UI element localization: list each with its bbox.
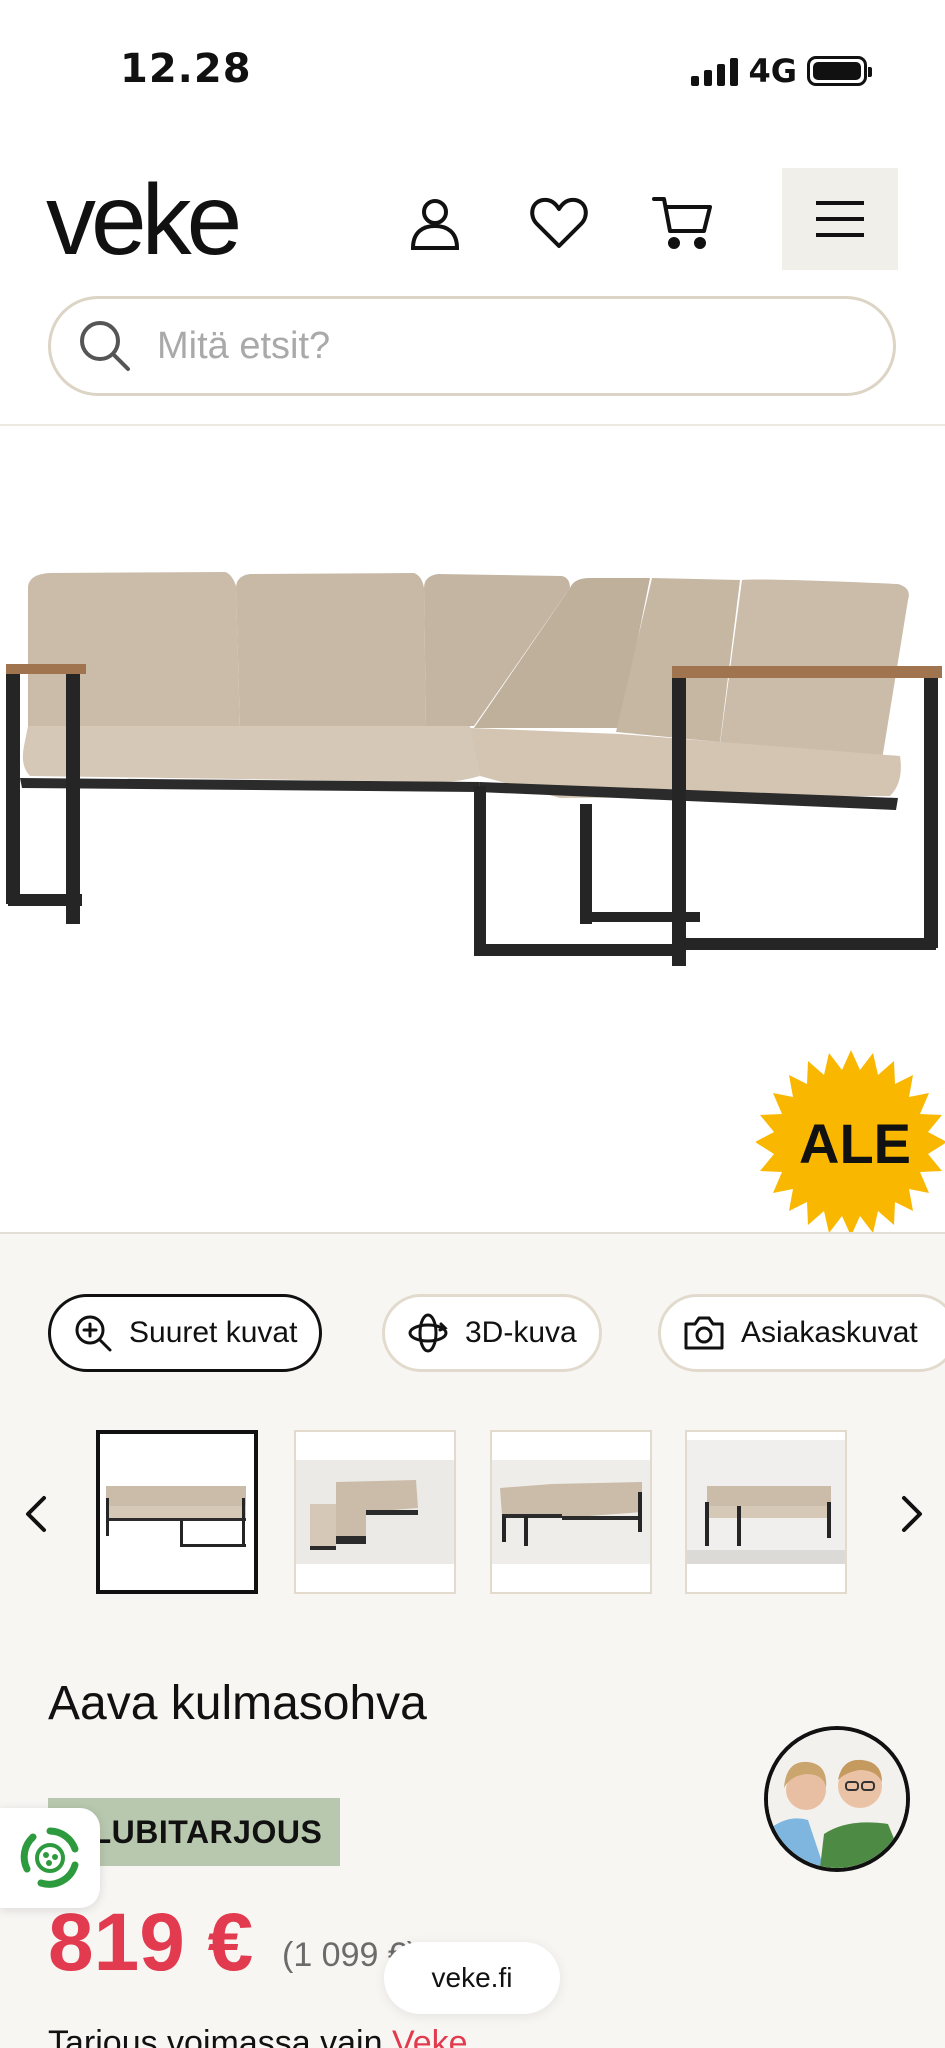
sustainability-button[interactable] bbox=[0, 1808, 100, 1908]
product-title: Aava kulmasohva bbox=[48, 1677, 427, 1730]
thumbnail-4[interactable] bbox=[685, 1430, 847, 1594]
site-header: veke bbox=[0, 140, 945, 426]
menu-icon bbox=[816, 201, 864, 237]
chevron-left-icon bbox=[26, 1496, 46, 1532]
carousel-prev-button[interactable] bbox=[16, 1484, 56, 1544]
heart-icon[interactable] bbox=[524, 188, 594, 258]
thumbnail-image bbox=[492, 1432, 650, 1592]
thumbnail-3[interactable] bbox=[490, 1430, 652, 1594]
3d-view-button[interactable]: 3D-kuva bbox=[382, 1294, 602, 1372]
recycle-icon bbox=[20, 1827, 79, 1888]
thumbnail-1[interactable] bbox=[96, 1430, 258, 1594]
product-price: 819 € bbox=[48, 1897, 254, 1988]
offer-note: Tarjous voimassa vain Veke bbox=[48, 2024, 468, 2048]
menu-button[interactable] bbox=[782, 168, 898, 270]
thumbnail-image bbox=[687, 1432, 845, 1592]
signal-icon bbox=[691, 56, 739, 86]
search-input[interactable] bbox=[157, 324, 857, 368]
carousel-next-button[interactable] bbox=[892, 1484, 932, 1544]
thumbnail-image bbox=[100, 1434, 254, 1590]
search-bar[interactable] bbox=[48, 296, 896, 396]
customer-images-button[interactable]: Asiakaskuvat bbox=[658, 1294, 945, 1372]
browser-url-pill[interactable]: veke.fi bbox=[384, 1942, 560, 2014]
large-images-label: Suuret kuvat bbox=[129, 1316, 298, 1349]
offer-note-link[interactable]: Veke bbox=[392, 2024, 468, 2048]
veke-logo[interactable]: veke bbox=[46, 170, 242, 270]
sale-badge: ALE bbox=[755, 1048, 945, 1232]
sale-badge-label: ALE bbox=[799, 1111, 911, 1175]
zoom-in-icon bbox=[75, 1315, 112, 1352]
support-staff-avatar bbox=[768, 1730, 906, 1868]
status-bar: 12.28 4G bbox=[0, 0, 945, 140]
search-icon bbox=[75, 316, 135, 376]
network-label: 4G bbox=[748, 52, 797, 90]
status-time: 12.28 bbox=[120, 46, 252, 92]
thumbnail-image bbox=[296, 1432, 454, 1592]
battery-icon bbox=[807, 56, 872, 86]
chevron-right-icon bbox=[902, 1496, 922, 1532]
thumbnail-2[interactable] bbox=[294, 1430, 456, 1594]
cart-icon[interactable] bbox=[648, 188, 718, 258]
offer-note-text: Tarjous voimassa vain bbox=[48, 2024, 383, 2048]
large-images-button[interactable]: Suuret kuvat bbox=[48, 1294, 323, 1372]
customer-service-chat-button[interactable] bbox=[764, 1726, 910, 1872]
product-hero-image[interactable]: ALE bbox=[0, 426, 945, 1234]
status-indicators: 4G bbox=[691, 52, 872, 90]
user-icon[interactable] bbox=[400, 188, 470, 258]
customer-images-label: Asiakaskuvat bbox=[741, 1316, 918, 1349]
3d-view-label: 3D-kuva bbox=[465, 1316, 577, 1349]
camera-icon bbox=[684, 1316, 724, 1350]
rotate-3d-icon bbox=[408, 1313, 448, 1353]
